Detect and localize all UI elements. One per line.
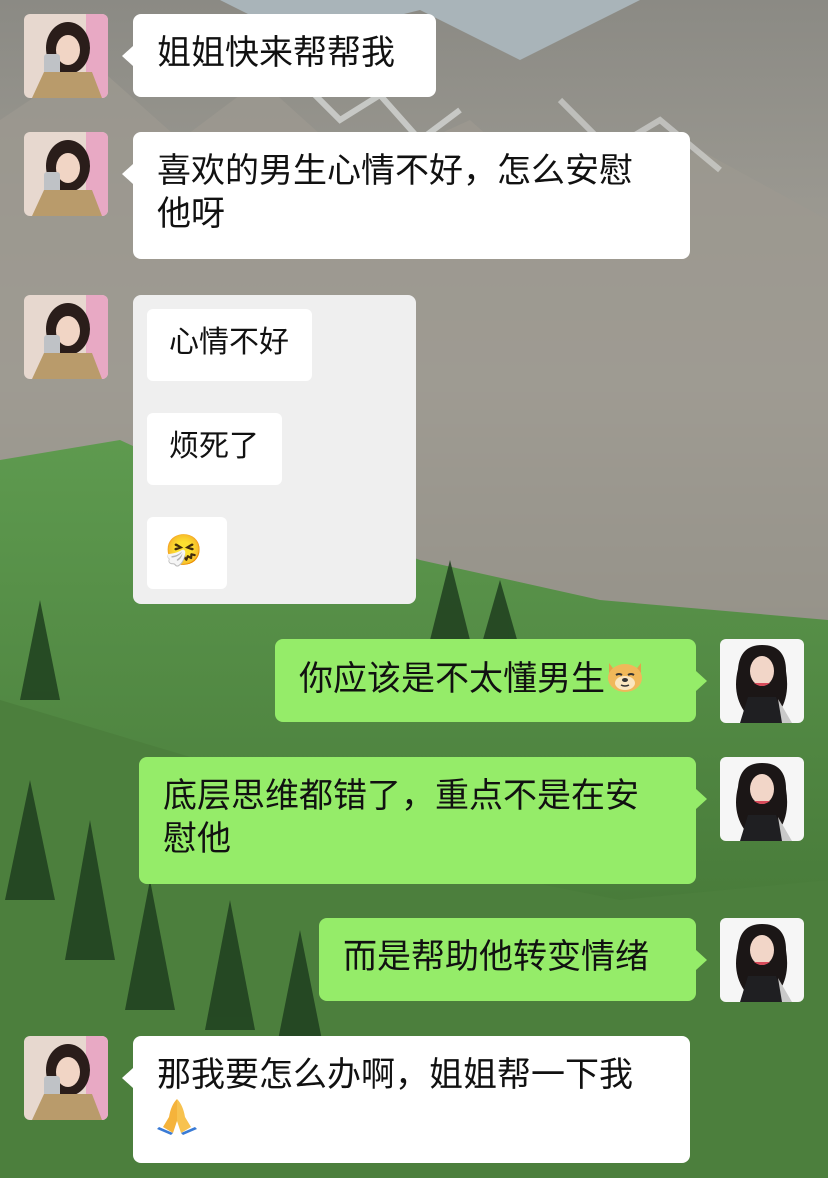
- forwarded-item-text: 烦死了: [169, 429, 259, 464]
- sneezing-face-emoji: 🤧: [165, 533, 203, 568]
- incoming-message[interactable]: 那我要怎么办啊，姐姐帮一下我: [133, 1036, 690, 1163]
- message-text: 姐姐快来帮帮我: [157, 33, 395, 73]
- pray-icon: [157, 1097, 197, 1146]
- bubble-tail: [696, 789, 707, 809]
- friend-avatar[interactable]: [24, 132, 108, 216]
- message-text: 你应该是不太懂男生: [299, 659, 605, 699]
- bubble-tail: [122, 164, 133, 184]
- outgoing-message[interactable]: 而是帮助他转变情绪: [319, 918, 696, 1001]
- outgoing-message[interactable]: 你应该是不太懂男生: [275, 639, 696, 722]
- bubble-tail: [122, 1068, 133, 1088]
- forwarded-item: 烦死了: [147, 413, 282, 485]
- message-text: 喜欢的男生心情不好，怎么安慰他呀: [157, 151, 633, 234]
- my-avatar[interactable]: [720, 918, 804, 1002]
- incoming-message[interactable]: 喜欢的男生心情不好，怎么安慰他呀: [133, 132, 690, 259]
- forwarded-item: 心情不好: [147, 309, 312, 381]
- forwarded-item: 🤧: [147, 517, 227, 589]
- bubble-tail: [696, 950, 707, 970]
- friend-avatar[interactable]: [24, 14, 108, 98]
- message-text: 那我要怎么办啊，姐姐帮一下我: [157, 1055, 633, 1095]
- incoming-message[interactable]: 姐姐快来帮帮我: [133, 14, 436, 97]
- my-avatar[interactable]: [720, 757, 804, 841]
- outgoing-message[interactable]: 底层思维都错了，重点不是在安慰他: [139, 757, 696, 884]
- friend-avatar[interactable]: [24, 1036, 108, 1120]
- doge-icon: [605, 657, 645, 704]
- message-text: 底层思维都错了，重点不是在安慰他: [163, 776, 639, 859]
- forwarded-item-text: 心情不好: [169, 325, 289, 360]
- bubble-tail: [122, 46, 133, 66]
- message-text: 而是帮助他转变情绪: [343, 937, 649, 977]
- bubble-tail: [696, 671, 707, 691]
- my-avatar[interactable]: [720, 639, 804, 723]
- friend-avatar[interactable]: [24, 295, 108, 379]
- forwarded-messages-card[interactable]: 心情不好 烦死了 🤧: [133, 295, 416, 604]
